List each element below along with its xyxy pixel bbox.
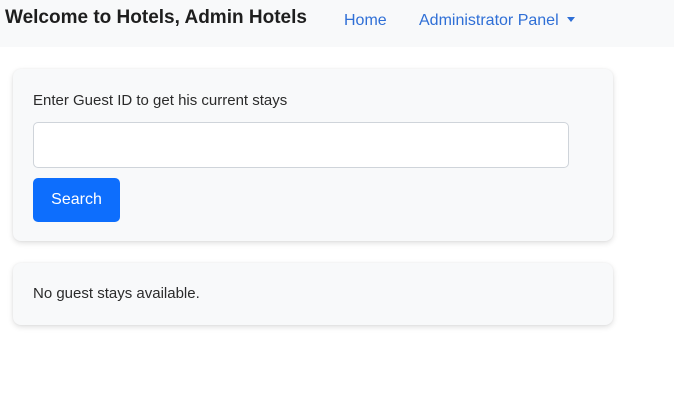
guest-search-card: Enter Guest ID to get his current stays … <box>13 69 613 241</box>
caret-down-icon <box>566 17 575 22</box>
nav-dropdown-label: Administrator Panel <box>419 12 559 29</box>
nav-link-home-label: Home <box>344 12 387 29</box>
navbar: Welcome to Hotels, Admin Hotels Home Adm… <box>0 0 674 47</box>
nav-dropdown-administrator-panel[interactable]: Administrator Panel <box>419 12 575 30</box>
nav-link-home[interactable]: Home <box>344 12 387 30</box>
empty-stays-message: No guest stays available. <box>33 285 200 302</box>
guest-id-input[interactable] <box>33 122 569 168</box>
guest-stays-results-card: No guest stays available. <box>13 263 613 325</box>
guest-id-label: Enter Guest ID to get his current stays <box>33 92 288 109</box>
navbar-brand[interactable]: Welcome to Hotels, Admin Hotels <box>5 7 307 29</box>
search-button[interactable]: Search <box>33 178 120 222</box>
